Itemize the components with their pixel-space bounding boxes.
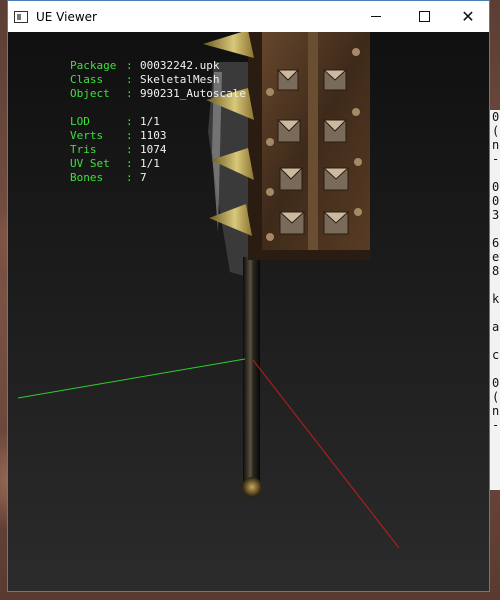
background-glyph: (: [492, 124, 500, 138]
mace-pommel: [242, 477, 262, 497]
background-glyph: -: [492, 152, 500, 166]
info-value: 1/1: [139, 115, 160, 128]
maximize-button[interactable]: [401, 1, 447, 32]
background-glyph: (: [492, 390, 500, 404]
app-icon[interactable]: [14, 10, 28, 23]
background-glyph: n: [492, 138, 500, 152]
window-title: UE Viewer: [36, 9, 97, 24]
mesh-info-overlay: Package:00032242.upk Class: SkeletalMesh …: [17, 45, 246, 184]
info-value: 1074: [139, 143, 167, 156]
background-glyph: [490, 166, 500, 180]
background-window-edge: 0 ( n - 0 0 3 6 e 8 k a c 0 ( n -: [490, 110, 500, 490]
info-value: 7: [139, 171, 147, 184]
info-value: 990231_Autoscale: [139, 87, 246, 100]
background-glyph: 0: [492, 376, 500, 390]
close-button[interactable]: ✕: [445, 1, 491, 32]
info-label: Class: [69, 73, 104, 86]
background-glyph: [490, 222, 500, 236]
background-glyph: 0: [492, 194, 500, 208]
info-separator: :: [125, 129, 133, 142]
info-value: 1103: [139, 129, 167, 142]
info-label: Object: [69, 87, 110, 100]
info-label: LOD: [69, 115, 90, 128]
background-glyph: k: [492, 292, 500, 306]
close-icon: ✕: [461, 6, 475, 26]
info-label: Bones: [69, 171, 104, 184]
info-label: Verts: [69, 129, 104, 142]
background-glyph: [490, 278, 500, 292]
info-package-row: Package:00032242.upk: [17, 45, 246, 72]
info-separator: :: [125, 143, 133, 156]
background-glyph: 6: [492, 236, 500, 250]
minimize-button[interactable]: [353, 1, 399, 32]
background-glyph: 0: [492, 180, 500, 194]
background-glyph: [490, 362, 500, 376]
info-separator: :: [125, 73, 133, 86]
info-separator: :: [125, 171, 133, 184]
background-glyph: 8: [492, 264, 500, 278]
background-glyph: 0: [492, 110, 500, 124]
ue-viewer-window: UE Viewer ✕ Package: 00032242.upk Class…: [7, 0, 490, 592]
info-label: Tris: [69, 143, 97, 156]
background-glyph: [490, 334, 500, 348]
3d-viewport[interactable]: Package:00032242.upk Class: SkeletalMesh …: [8, 32, 489, 591]
minimize-icon: [371, 16, 381, 17]
info-value: 00032242.upk: [139, 59, 220, 72]
background-glyph: 3: [492, 208, 500, 222]
info-separator: :: [125, 59, 133, 72]
background-glyph: [490, 306, 500, 320]
info-label: Package: [69, 59, 117, 72]
background-glyph: -: [492, 418, 500, 432]
title-bar[interactable]: UE Viewer ✕: [8, 1, 489, 32]
x-axis-line: [17, 358, 246, 399]
info-separator: :: [125, 115, 133, 128]
background-glyph: a: [492, 320, 500, 334]
info-value: 1/1: [139, 157, 160, 170]
background-glyph: c: [492, 348, 500, 362]
maximize-icon: [418, 11, 430, 22]
info-label: UV Set: [69, 157, 110, 170]
background-glyph: e: [492, 250, 500, 264]
info-value: SkeletalMesh: [139, 73, 220, 86]
y-axis-line: [252, 359, 400, 549]
mace-shaft: [243, 257, 260, 482]
info-separator: :: [125, 157, 133, 170]
info-separator: :: [125, 87, 133, 100]
background-glyph: n: [492, 404, 500, 418]
